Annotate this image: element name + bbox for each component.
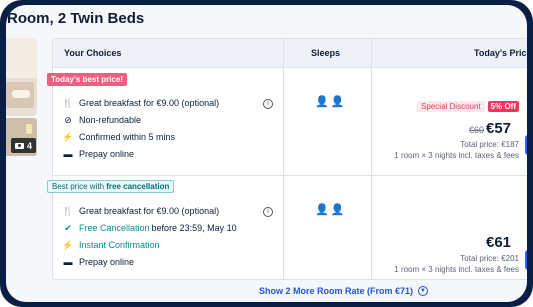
feature-confirmed: ⚡ Confirmed within 5 mins bbox=[62, 131, 176, 143]
camera-icon bbox=[15, 142, 24, 149]
rate-table: Your Choices Sleeps Today's Price Today'… bbox=[47, 38, 527, 280]
two-guests-icon: 👤👤 bbox=[315, 96, 347, 108]
two-guests-icon: 👤👤 bbox=[315, 204, 347, 216]
total-price: Total price: €201 bbox=[460, 254, 519, 263]
breakfast-icon: 🍴 bbox=[62, 97, 74, 108]
device-frame: Room, 2 Twin Beds 4 Your Choices Sleeps … bbox=[0, 0, 533, 307]
reserve-button[interactable] bbox=[525, 250, 527, 270]
feature-non-refundable: ⊘ Non-refundable bbox=[64, 114, 142, 126]
chevron-down-icon: ▼ bbox=[418, 286, 429, 296]
header-sleeps: Sleeps bbox=[311, 48, 341, 58]
header-price: Today's Price bbox=[474, 48, 527, 58]
photo-count: 4 bbox=[27, 140, 33, 151]
feature-breakfast: 🍴 Great breakfast for €9.00 (optional) bbox=[62, 205, 220, 217]
non-refundable-icon: ⊘ bbox=[64, 114, 72, 125]
discount-label: Special Discount bbox=[417, 101, 485, 112]
row-divider bbox=[53, 175, 527, 176]
lightning-icon: ⚡ bbox=[62, 131, 74, 142]
price: €61 bbox=[486, 234, 512, 251]
feature-instant-confirmation: ⚡ Instant Confirmation bbox=[62, 239, 160, 251]
total-price: Total price: €187 bbox=[460, 140, 519, 149]
feature-free-cancellation: ✔ Free Cancellation before 23:59, May 10 bbox=[64, 222, 237, 234]
reserve-button[interactable] bbox=[525, 135, 527, 155]
card-icon: ▬ bbox=[63, 149, 73, 159]
info-icon[interactable]: i bbox=[263, 99, 273, 109]
header-choices: Your Choices bbox=[64, 48, 122, 58]
column-divider bbox=[371, 39, 372, 279]
screen: Room, 2 Twin Beds 4 Your Choices Sleeps … bbox=[6, 5, 527, 302]
room-title: Room, 2 Twin Beds bbox=[7, 10, 145, 27]
original-price: €60 bbox=[469, 125, 485, 135]
show-more-rates-link[interactable]: Show 2 More Room Rate (From €71) ▼ bbox=[259, 286, 429, 296]
column-divider bbox=[283, 39, 284, 279]
photo-count-badge[interactable]: 4 bbox=[11, 138, 37, 153]
feature-breakfast: 🍴 Great breakfast for €9.00 (optional) bbox=[62, 97, 220, 109]
discount-badge: Special Discount 5% Off bbox=[417, 101, 519, 112]
best-price-badge: Today's best price! bbox=[47, 73, 127, 86]
discount-percent: 5% Off bbox=[487, 101, 519, 112]
price: €57 bbox=[486, 120, 512, 137]
check-circle-icon: ✔ bbox=[64, 222, 72, 233]
info-icon[interactable]: i bbox=[263, 207, 273, 217]
price-detail: 1 room × 3 nights incl. taxes & fees bbox=[394, 151, 519, 160]
card-icon: ▬ bbox=[63, 257, 73, 267]
feature-prepay: ▬ Prepay online bbox=[63, 257, 135, 267]
room-photo-main[interactable] bbox=[6, 38, 37, 116]
table-header: Your Choices Sleeps Today's Price bbox=[53, 39, 527, 68]
feature-prepay: ▬ Prepay online bbox=[63, 149, 135, 159]
free-cancellation-badge: Best price with free cancellation bbox=[47, 180, 175, 193]
breakfast-icon: 🍴 bbox=[62, 205, 74, 216]
price-detail: 1 room × 3 nights incl. taxes & fees bbox=[394, 265, 519, 274]
lightning-icon: ⚡ bbox=[62, 239, 74, 250]
